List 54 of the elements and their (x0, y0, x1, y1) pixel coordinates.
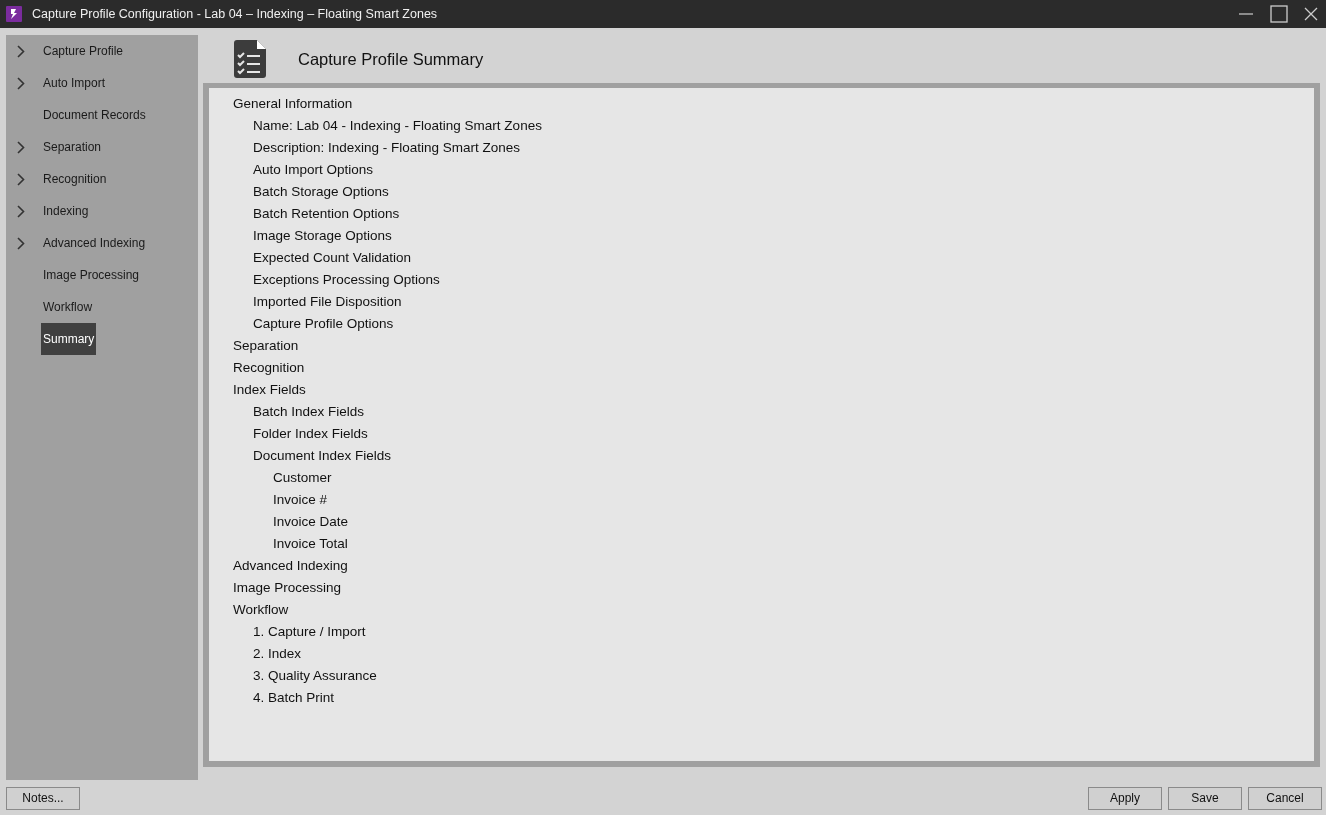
tree-item: Batch Index Fields (253, 403, 365, 419)
checklist-document-icon (234, 40, 266, 78)
tree-item: Expected Count Validation (253, 249, 412, 265)
chevron-icon[interactable] (17, 44, 25, 58)
tree-item: 3. Quality Assurance (253, 667, 377, 683)
window-title: Capture Profile Configuration - Lab 04 – Indexing – Floating Smart Zones (32, 7, 438, 21)
tree-item: Invoice # (273, 491, 328, 507)
tree-item: Batch Retention Options (253, 205, 400, 221)
tree-item: Document Index Fields (253, 447, 392, 463)
chevron-icon[interactable] (17, 140, 25, 154)
sidebar-item[interactable]: Advanced Indexing (41, 227, 148, 259)
tree-item: Workflow (233, 601, 289, 617)
tree-item: Recognition (233, 359, 305, 375)
chevron-icon[interactable] (17, 204, 25, 218)
tree-item: 2. Index (253, 645, 302, 661)
tree-item: 1. Capture / Import (253, 623, 366, 639)
tree-item: Batch Storage Options (253, 183, 389, 199)
sidebar-item[interactable]: Workflow (41, 291, 95, 323)
sidebar-item[interactable]: Recognition (41, 163, 109, 195)
close-icon[interactable] (1304, 7, 1318, 21)
tree-item: Index Fields (233, 381, 306, 397)
sidebar-item[interactable]: Image Processing (41, 259, 142, 291)
sidebar-item[interactable]: Separation (41, 131, 104, 163)
sidebar-item[interactable]: Indexing (41, 195, 91, 227)
tree-item: Image Processing (233, 579, 342, 595)
footer-button[interactable]: Cancel (1248, 786, 1322, 810)
sidebar-item[interactable]: Summary (41, 323, 97, 355)
chevron-icon[interactable] (17, 76, 25, 90)
tree-item: Invoice Date (273, 513, 349, 529)
chevron-icon[interactable] (17, 236, 25, 250)
page-title: Capture Profile Summary (298, 49, 484, 69)
tree-item: Folder Index Fields (253, 425, 368, 441)
tree-item: Advanced Indexing (233, 557, 348, 573)
maximize-icon[interactable] (1270, 5, 1288, 23)
tree-item: Imported File Disposition (253, 293, 402, 309)
sidebar-item[interactable]: Capture Profile (41, 35, 126, 67)
tree-item: General Information (233, 95, 353, 111)
sidebar-item[interactable]: Document Records (41, 99, 148, 131)
tree-item: Capture Profile Options (253, 315, 394, 331)
sidebar-item[interactable]: Auto Import (41, 67, 108, 99)
app-icon (6, 6, 22, 22)
tree-item: Description: Indexing - Floating Smart Zones (253, 139, 521, 155)
tree-item: Image Storage Options (253, 227, 392, 243)
tree-item: Invoice Total (273, 535, 348, 551)
tree-item: 4. Batch Print (253, 689, 335, 705)
tree-item: Customer (273, 469, 332, 485)
tree-item: Name: Lab 04 - Indexing - Floating Smart Zones (253, 117, 542, 133)
tree-item: Exceptions Processing Options (253, 271, 440, 287)
footer-button[interactable]: Apply (1088, 786, 1162, 810)
chevron-icon[interactable] (17, 172, 25, 186)
tree-item: Auto Import Options (253, 161, 374, 177)
tree-item: Separation (233, 337, 299, 353)
notes-button[interactable]: Notes... (6, 786, 80, 810)
footer-button[interactable]: Save (1168, 786, 1242, 810)
